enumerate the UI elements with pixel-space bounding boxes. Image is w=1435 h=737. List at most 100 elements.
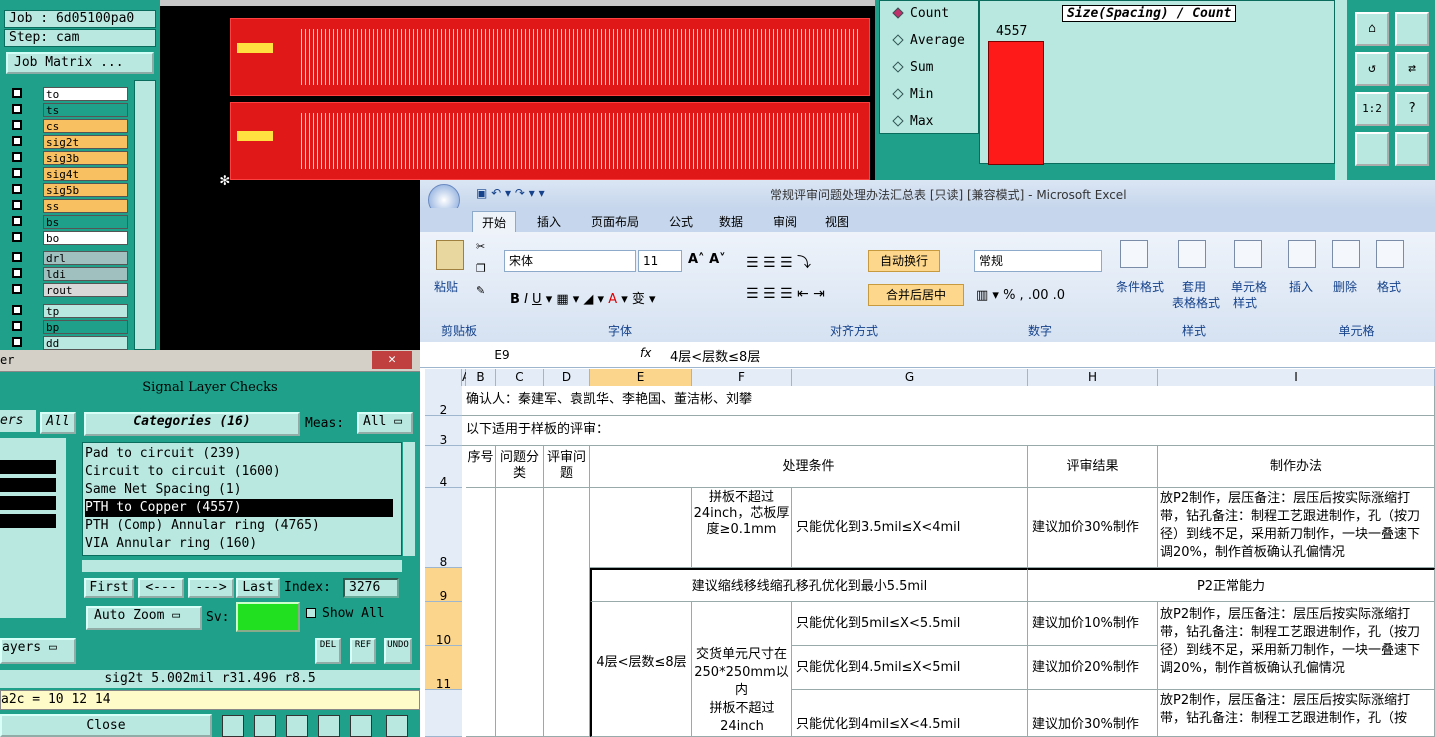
last-button[interactable]: Last — [236, 578, 280, 598]
layer-checkbox[interactable] — [12, 321, 22, 331]
cell[interactable]: 只能优化到4.5mil≤X<5mil — [792, 646, 1028, 690]
cell[interactable]: 以下适用于样板的评审： — [462, 416, 1435, 446]
wrap-text-button[interactable]: 自动换行 — [868, 250, 940, 272]
cell-style-icon[interactable] — [1234, 240, 1262, 268]
number-icons[interactable]: ▥ ▾ % , .00 .0 — [976, 288, 1065, 303]
column-header[interactable]: C — [496, 369, 544, 386]
layer-checkbox[interactable] — [12, 305, 22, 315]
merge-center-button[interactable]: 合并后居中 — [868, 284, 964, 306]
tool-icon-4[interactable] — [318, 715, 340, 737]
stat-option[interactable]: Min — [892, 88, 933, 102]
layer-checkbox[interactable] — [12, 284, 22, 294]
next-button[interactable]: ---> — [188, 578, 234, 598]
format-painter-icon[interactable]: ✎ — [476, 284, 485, 297]
drill-icon[interactable] — [1355, 132, 1389, 166]
layer-checkbox[interactable] — [12, 216, 22, 226]
layer-checkbox[interactable] — [12, 136, 22, 146]
cell[interactable]: 评审问题 — [544, 446, 590, 488]
column-header[interactable]: B — [466, 369, 496, 386]
layer-row[interactable]: ss — [8, 199, 150, 213]
cell[interactable]: 拼板不超过24inch，芯板厚度≥0.1mm — [692, 488, 792, 568]
cell-style-button[interactable]: 单元格 — [1226, 278, 1272, 295]
cell[interactable]: 制作办法 — [1158, 446, 1435, 488]
ribbon-tab[interactable]: 审阅 — [764, 211, 806, 232]
layer-row[interactable]: rout — [8, 283, 150, 297]
grid-icon[interactable] — [1395, 12, 1429, 46]
stat-option[interactable]: Sum — [892, 61, 933, 75]
index-input[interactable]: 3276 — [343, 578, 399, 598]
all-layers-button[interactable]: All — [40, 412, 76, 434]
cell[interactable]: 只能优化到3.5mil≤X<4mil — [792, 488, 1028, 568]
meas-select[interactable]: All ▭ — [357, 412, 413, 434]
stat-option[interactable]: Count — [892, 7, 949, 21]
cell[interactable]: 只能优化到4mil≤X<4.5mil — [792, 690, 1028, 737]
column-header[interactable]: I — [1158, 369, 1435, 386]
cell[interactable]: 4层<层数≤8层 — [590, 602, 692, 737]
copy-icon[interactable]: ❐ — [476, 262, 486, 275]
job-matrix-button[interactable]: Job Matrix ... — [6, 52, 154, 74]
v-align-icons[interactable]: ☰ ☰ ☰ ⤵ — [746, 252, 811, 272]
formula-input[interactable]: 4层<层数≤8层 — [670, 346, 760, 365]
table-format-button[interactable]: 套用 — [1170, 278, 1218, 295]
layer-row[interactable]: sig5b — [8, 183, 150, 197]
name-box[interactable]: E9 — [424, 344, 580, 366]
category-item[interactable]: Same Net Spacing (1) — [85, 481, 393, 499]
tool-icon-3[interactable] — [286, 715, 308, 737]
layer-row[interactable]: bp — [8, 320, 150, 334]
ribbon-tab[interactable]: 公式 — [660, 211, 702, 232]
ribbon-tab[interactable]: 视图 — [816, 211, 858, 232]
drill2-icon[interactable] — [1395, 132, 1429, 166]
layer-row[interactable]: ldi — [8, 267, 150, 281]
font-size-select[interactable]: 11 — [638, 250, 682, 272]
prev-button[interactable]: <--- — [138, 578, 184, 598]
font-style-icons[interactable]: B I U ▾ ▦ ▾ ◢ ▾ A ▾ 变 ▾ — [510, 288, 656, 307]
ribbon-tab[interactable]: 开始 — [472, 211, 517, 233]
select-all-corner[interactable] — [425, 369, 462, 386]
insert-button[interactable]: 插入 — [1286, 278, 1316, 295]
delete-icon[interactable] — [1332, 240, 1360, 268]
row-header[interactable]: 11 — [425, 646, 462, 691]
grow-font-icon[interactable]: A˄ A˅ — [688, 252, 726, 267]
cell[interactable]: P2正常能力 — [1028, 568, 1435, 602]
layer-row[interactable]: dd — [8, 336, 150, 350]
layer-scrollbar[interactable] — [134, 80, 156, 350]
h-scrollbar[interactable] — [82, 560, 402, 572]
category-list[interactable]: Pad to circuit (239) Circuit to circuit (… — [82, 442, 402, 556]
cell[interactable] — [496, 488, 544, 737]
rotate-icon[interactable]: ↺ — [1355, 52, 1389, 86]
column-header[interactable]: H — [1028, 369, 1158, 386]
cell[interactable]: 建议加价20%制作 — [1028, 646, 1158, 690]
format-icon[interactable] — [1376, 240, 1404, 268]
tool-icon-5[interactable] — [350, 715, 372, 737]
cell[interactable]: 确认人：秦建军、袁凯华、李艳国、董洁彬、刘攀 — [462, 386, 1435, 416]
cell[interactable]: 放P2制作，层压备注：层压后按实际涨缩打带，钻孔备注：制程工艺跟进制作，孔（按 — [1158, 690, 1435, 737]
cell[interactable]: 只能优化到5mil≤X<5.5mil — [792, 602, 1028, 646]
delete-cells-button[interactable]: 删除 — [1330, 278, 1360, 295]
category-item[interactable]: PTH (Comp) Annular ring (4765) — [85, 517, 393, 535]
help-icon[interactable]: ? — [1395, 92, 1429, 126]
ribbon-tab[interactable]: 数据 — [710, 211, 752, 232]
show-all-checkbox[interactable] — [306, 608, 316, 618]
stat-option[interactable]: Average — [892, 34, 965, 48]
cell[interactable]: 处理条件 — [590, 446, 1028, 488]
row-header[interactable]: 4 — [425, 446, 462, 489]
category-item[interactable]: PTH to Copper (4557) — [85, 499, 393, 517]
layer-checkbox[interactable] — [12, 88, 22, 98]
cell[interactable] — [590, 488, 692, 568]
layer-row[interactable]: sig2t — [8, 135, 150, 149]
layers-select[interactable]: ayers ▭ — [0, 638, 76, 664]
category-scrollbar[interactable] — [403, 442, 415, 556]
cell[interactable] — [544, 488, 590, 737]
ribbon-tab[interactable]: 页面布局 — [582, 211, 648, 232]
cond-format-icon[interactable] — [1120, 240, 1148, 268]
hist-scrollbar[interactable] — [1335, 0, 1347, 180]
first-button[interactable]: First — [84, 578, 134, 598]
row-header[interactable]: 3 — [425, 416, 462, 447]
delete-button[interactable]: DEL — [315, 638, 341, 664]
cell[interactable]: 问题分类 — [496, 446, 544, 488]
row-header-12[interactable] — [425, 690, 462, 737]
layer-checkbox[interactable] — [12, 152, 22, 162]
layer-row[interactable]: sig3b — [8, 151, 150, 165]
column-header[interactable]: D — [544, 369, 590, 386]
layer-selection-list[interactable] — [0, 438, 66, 618]
